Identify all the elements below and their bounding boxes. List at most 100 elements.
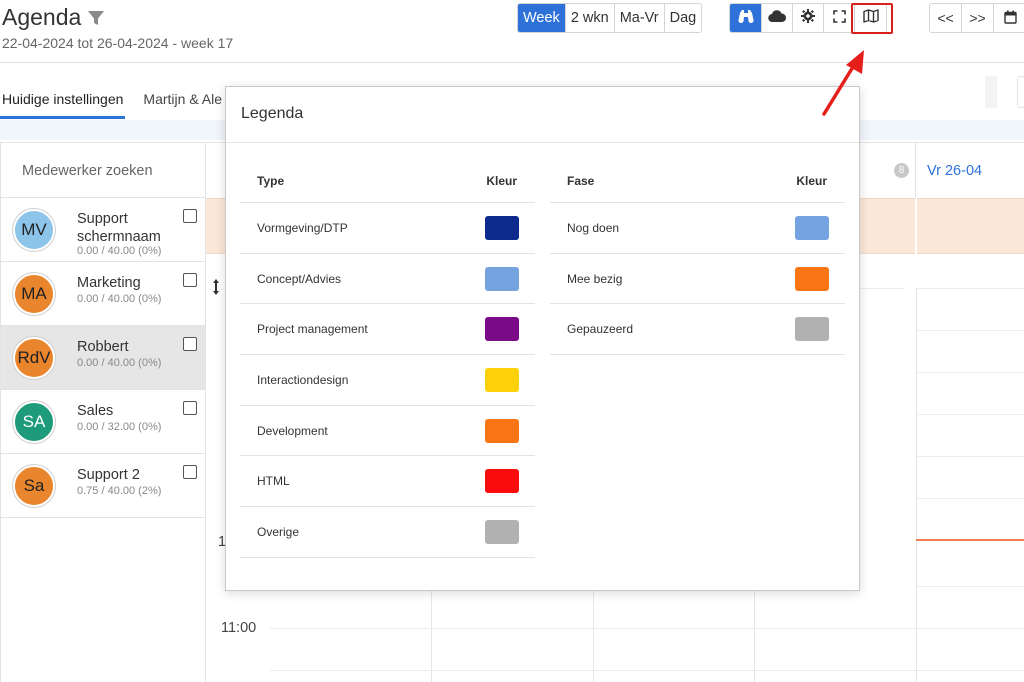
calendar-icon	[1003, 10, 1017, 27]
legend-type-label: HTML	[257, 474, 290, 489]
day-column-line	[431, 590, 432, 682]
legend-type-header: Type Kleur	[240, 163, 535, 203]
avatar: MA	[13, 273, 55, 315]
legend-fase-header: Fase Kleur	[550, 163, 845, 203]
day-column-separator	[915, 142, 916, 198]
legend-type-row: Development	[240, 406, 535, 457]
color-swatch	[485, 469, 519, 494]
page-title: Agenda	[2, 4, 105, 31]
toolbar-placeholder-edge	[1017, 76, 1024, 108]
color-swatch	[485, 367, 519, 392]
hour-line	[917, 498, 1024, 499]
legend-fase-row: Mee bezig	[550, 254, 845, 305]
legend-modal: Legenda Type Kleur Vormgeving/DTP Concep…	[225, 86, 860, 591]
employee-checkbox[interactable]	[183, 401, 197, 415]
avatar: Sa	[13, 465, 55, 507]
day-column-line	[593, 590, 594, 682]
date-navigation: << >>	[929, 3, 1024, 33]
header-divider	[0, 62, 1024, 63]
legend-type-row: Concept/Advies	[240, 254, 535, 305]
next-week-button[interactable]: >>	[962, 4, 994, 32]
employee-row[interactable]: MV Support schermnaam 0.00 / 40.00 (0%)	[1, 198, 205, 262]
employee-row[interactable]: Sa Support 2 0.75 / 40.00 (2%)	[1, 454, 205, 518]
employee-name: Support schermnaam	[77, 211, 161, 245]
cloud-icon	[768, 10, 787, 26]
legend-title: Legenda	[226, 87, 859, 143]
date-picker-button[interactable]	[994, 4, 1024, 32]
day-column-line	[754, 590, 755, 682]
binoculars-icon	[737, 9, 754, 27]
type-color-column-header: Kleur	[486, 173, 517, 188]
employee-name: Sales	[77, 403, 114, 419]
highlight-box	[851, 3, 893, 34]
settings-tabs: Huidige instellingen Martijn & Ale	[0, 89, 240, 119]
legend-type-row: Interactiondesign	[240, 355, 535, 406]
all-day-band-gap	[915, 198, 917, 254]
employee-row[interactable]: RdV Robbert 0.00 / 40.00 (0%)	[1, 326, 205, 390]
date-range: 22-04-2024 tot 26-04-2024 - week 17	[2, 35, 234, 51]
gear-icon	[801, 9, 815, 27]
legend-fase-table: Fase Kleur Nog doen Mee bezig Gepauzeerd	[550, 163, 845, 356]
legend-type-table: Type Kleur Vormgeving/DTP Concept/Advies…	[240, 163, 535, 558]
employee-checkbox[interactable]	[183, 209, 197, 223]
legend-type-label: Vormgeving/DTP	[257, 220, 348, 235]
time-label-11: 11:00	[221, 620, 257, 636]
employee-hours: 0.00 / 40.00 (0%)	[77, 293, 162, 305]
employee-checkbox[interactable]	[183, 337, 197, 351]
view-2-weeks-button[interactable]: 2 wkn	[566, 4, 615, 32]
tab-current-settings[interactable]: Huidige instellingen	[0, 89, 126, 119]
day-column-line	[916, 288, 917, 682]
cloud-button[interactable]	[762, 4, 793, 32]
fase-color-column-header: Kleur	[796, 173, 827, 188]
employee-panel: Medewerker zoeken MV Support schermnaam …	[0, 142, 206, 682]
current-time-line	[916, 539, 1024, 541]
settings-button[interactable]	[793, 4, 824, 32]
hour-line	[917, 372, 1024, 373]
search-binoculars-button[interactable]	[730, 4, 762, 32]
legend-fase-row: Nog doen	[550, 203, 845, 254]
hour-line	[860, 288, 904, 289]
tab-saved-view[interactable]: Martijn & Ale	[141, 89, 224, 119]
color-swatch	[485, 519, 519, 544]
hour-line	[917, 586, 1024, 587]
day-header-friday[interactable]: Vr 26-04	[927, 163, 982, 179]
employee-checkbox[interactable]	[183, 465, 197, 479]
legend-type-label: Overige	[257, 524, 300, 539]
toolbar-placeholder	[985, 76, 997, 108]
employee-row[interactable]: SA Sales 0.00 / 32.00 (0%)	[1, 390, 205, 454]
color-swatch	[485, 317, 519, 342]
hour-line	[917, 414, 1024, 415]
hour-line	[270, 670, 1024, 671]
page-title-text: Agenda	[2, 4, 82, 30]
legend-fase-label: Gepauzeerd	[567, 322, 634, 337]
legend-type-row: Project management	[240, 304, 535, 356]
hour-line	[917, 456, 1024, 457]
employee-checkbox[interactable]	[183, 273, 197, 287]
color-swatch	[795, 215, 829, 240]
employee-hours: 0.00 / 40.00 (0%)	[77, 245, 162, 257]
legend-type-row: HTML	[240, 456, 535, 508]
employee-row[interactable]: MA Marketing 0.00 / 40.00 (0%)	[1, 262, 205, 326]
fase-column-header: Fase	[567, 173, 595, 188]
legend-type-row: Overige	[240, 507, 535, 558]
type-column-header: Type	[257, 173, 285, 188]
view-switcher: Week 2 wkn Ma-Vr Dag	[517, 3, 703, 33]
view-workdays-button[interactable]: Ma-Vr	[615, 4, 665, 32]
week-badge: 8	[894, 163, 909, 178]
view-day-button[interactable]: Dag	[665, 4, 702, 32]
legend-type-label: Project management	[257, 322, 368, 337]
color-swatch	[485, 266, 519, 291]
filter-icon[interactable]	[87, 9, 105, 27]
legend-type-label: Development	[257, 423, 328, 438]
employee-search-input[interactable]: Medewerker zoeken	[1, 142, 205, 198]
legend-fase-label: Mee bezig	[567, 271, 623, 286]
previous-week-button[interactable]: <<	[930, 4, 962, 32]
color-swatch	[795, 266, 829, 291]
legend-type-row: Vormgeving/DTP	[240, 203, 535, 254]
resize-vertical-icon[interactable]	[212, 278, 220, 299]
avatar: MV	[13, 209, 55, 251]
employee-hours: 0.75 / 40.00 (2%)	[77, 485, 162, 497]
employee-hours: 0.00 / 40.00 (0%)	[77, 357, 162, 369]
view-week-button[interactable]: Week	[518, 4, 566, 32]
employee-name: Support 2	[77, 467, 140, 483]
